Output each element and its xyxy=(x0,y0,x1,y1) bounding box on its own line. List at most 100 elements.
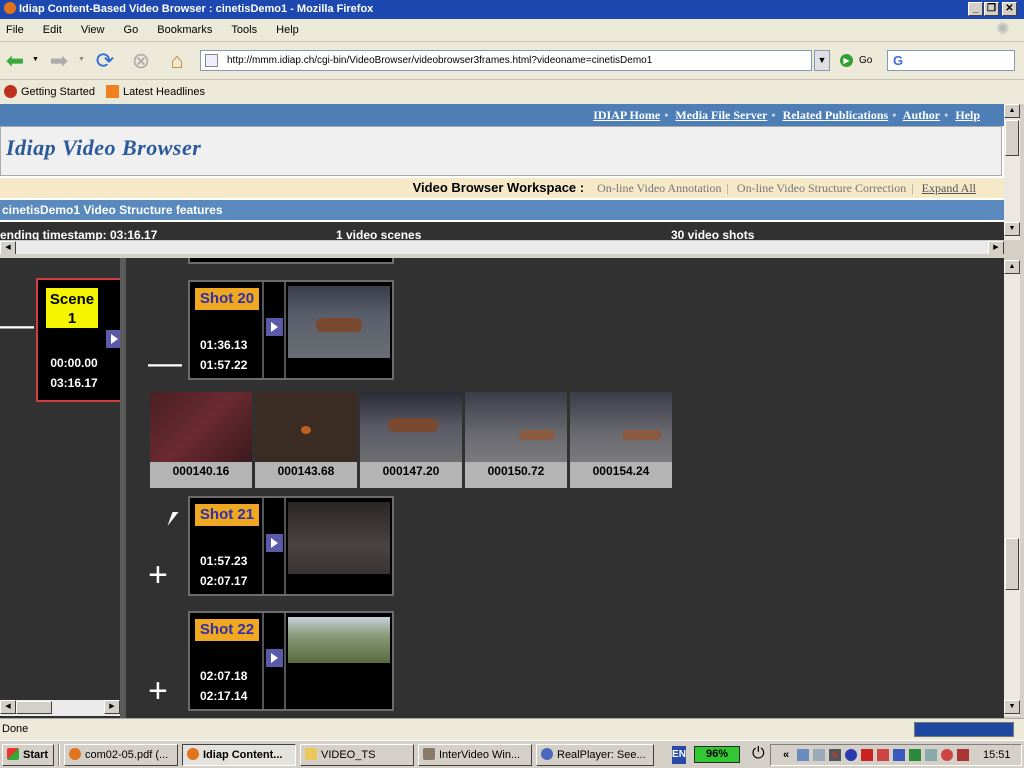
status-bar: Done xyxy=(0,718,1024,740)
top-vertical-scrollbar[interactable]: ▲ ▼ xyxy=(1004,104,1020,240)
display-icon[interactable] xyxy=(925,749,937,761)
task-video-ts[interactable]: VIDEO_TS xyxy=(300,744,414,766)
go-button[interactable]: ▶ Go xyxy=(840,53,872,69)
left-horizontal-scrollbar[interactable]: ◀ ▶ xyxy=(0,700,120,716)
shot-thumbnail[interactable] xyxy=(288,502,390,588)
go-icon: ▶ xyxy=(840,54,853,67)
play-icon[interactable] xyxy=(106,330,120,348)
window-title-bar: Idiap Content-Based Video Browser : cine… xyxy=(0,0,1024,19)
forward-dropdown-icon[interactable]: ▼ xyxy=(78,56,85,63)
volume-muted-icon[interactable]: ✕ xyxy=(829,749,841,761)
play-icon[interactable] xyxy=(266,318,283,336)
wireless-icon[interactable] xyxy=(813,749,825,761)
collapse-shot-icon[interactable]: — xyxy=(148,346,182,380)
security-icon[interactable] xyxy=(877,749,889,761)
menu-tools[interactable]: Tools xyxy=(231,24,257,36)
shot-card[interactable]: Shot 22 02:07.18 02:17.14 xyxy=(188,611,394,711)
shot-card[interactable]: Shot 20 01:36.13 01:57.22 xyxy=(188,280,394,380)
back-icon[interactable]: ⬅ xyxy=(2,48,28,74)
link-related-publications[interactable]: Related Publications xyxy=(783,108,889,122)
link-help[interactable]: Help xyxy=(955,108,980,122)
url-field[interactable]: http://mmm.idiap.ch/cgi-bin/VideoBrowser… xyxy=(200,50,812,71)
shot-thumbnail[interactable] xyxy=(288,617,390,703)
play-icon[interactable] xyxy=(266,534,283,552)
reload-icon[interactable]: ⟳ xyxy=(92,48,118,74)
expand-shot-icon[interactable]: + xyxy=(148,674,168,708)
keyframe[interactable]: 000147.20 xyxy=(360,392,462,488)
keyframe[interactable]: 000150.72 xyxy=(465,392,567,488)
scroll-up-icon[interactable]: ▲ xyxy=(1004,104,1020,118)
link-idiap-home[interactable]: IDIAP Home xyxy=(593,108,660,122)
previous-shot-edge xyxy=(188,258,394,264)
scroll-left-icon[interactable]: ◀ xyxy=(0,241,16,254)
scroll-right-icon[interactable]: ▶ xyxy=(988,241,1004,254)
update-icon[interactable] xyxy=(909,749,921,761)
menu-view[interactable]: View xyxy=(81,24,105,36)
play-icon[interactable] xyxy=(266,649,283,667)
url-dropdown-icon[interactable]: ▼ xyxy=(814,50,830,71)
taskbar: Start com02-05.pdf (... Idiap Content...… xyxy=(0,740,1024,768)
task-realplayer[interactable]: RealPlayer: See... xyxy=(536,744,654,766)
bookmark-getting-started[interactable]: Getting Started xyxy=(4,80,95,105)
menu-bookmarks[interactable]: Bookmarks xyxy=(157,24,212,36)
task-idiap[interactable]: Idiap Content... xyxy=(182,744,296,766)
restore-button[interactable]: ❐ xyxy=(984,2,999,16)
bookmark-label: Getting Started xyxy=(21,86,95,98)
header-links: IDIAP Home • Media File Server • Related P… xyxy=(0,104,1004,126)
scroll-up-icon[interactable]: ▲ xyxy=(1004,260,1020,274)
collapse-scene-icon[interactable]: — xyxy=(0,308,34,342)
menu-help[interactable]: Help xyxy=(276,24,299,36)
scroll-down-icon[interactable]: ▼ xyxy=(1004,700,1020,714)
language-indicator[interactable]: EN xyxy=(672,746,686,764)
link-structure-correction[interactable]: On-line Video Structure Correction xyxy=(737,181,906,195)
stop-icon[interactable]: ⊗ xyxy=(128,48,154,74)
shot-start: 01:36.13 xyxy=(200,338,248,352)
scene-end: 03:16.17 xyxy=(50,376,98,390)
expand-all-link[interactable]: Expand All xyxy=(922,181,976,195)
home-icon[interactable]: ⌂ xyxy=(164,48,190,74)
shot-label: Shot 22 xyxy=(195,619,259,641)
forward-icon[interactable]: ➡ xyxy=(46,48,72,74)
bookmark-latest-headlines[interactable]: Latest Headlines xyxy=(106,80,205,105)
printer-icon[interactable] xyxy=(957,749,969,761)
task-intervideo[interactable]: InterVideo Win... xyxy=(418,744,532,766)
scroll-left-icon[interactable]: ◀ xyxy=(0,700,16,714)
scroll-down-icon[interactable]: ▼ xyxy=(1004,222,1020,236)
menu-file[interactable]: File xyxy=(6,24,24,36)
scroll-thumb[interactable] xyxy=(1005,120,1019,156)
keyframe[interactable]: 000143.68 xyxy=(255,392,357,488)
link-media-file-server[interactable]: Media File Server xyxy=(675,108,767,122)
search-field[interactable]: G xyxy=(887,50,1015,71)
keyframe[interactable]: 000140.16 xyxy=(150,392,252,488)
scene-card[interactable]: Scene 1 00:00.00 03:16.17 xyxy=(36,278,120,402)
task-label: Idiap Content... xyxy=(203,749,283,761)
alert-icon[interactable] xyxy=(941,749,953,761)
keyframe[interactable]: 000154.24 xyxy=(570,392,672,488)
start-button[interactable]: Start xyxy=(2,744,54,766)
antivirus-icon[interactable] xyxy=(861,749,873,761)
minimize-button[interactable]: _ xyxy=(968,2,983,16)
clock[interactable]: 15:51 xyxy=(983,745,1011,765)
google-icon: G xyxy=(893,53,904,68)
scroll-thumb[interactable] xyxy=(1005,538,1019,590)
network-icon[interactable] xyxy=(797,749,809,761)
battery-indicator[interactable]: 96% xyxy=(694,746,740,763)
bluetooth-icon[interactable] xyxy=(845,749,857,761)
menu-edit[interactable]: Edit xyxy=(43,24,62,36)
top-horizontal-scrollbar[interactable]: ◀ ▶ xyxy=(0,240,1004,254)
shots-vertical-scrollbar[interactable]: ▲ ▼ xyxy=(1004,260,1020,716)
expand-shot-icon[interactable]: + xyxy=(148,558,168,592)
tray-expand-icon[interactable]: « xyxy=(783,745,789,765)
link-online-annotation[interactable]: On-line Video Annotation xyxy=(597,181,721,195)
close-button[interactable]: ✕ xyxy=(1002,2,1017,16)
back-dropdown-icon[interactable]: ▼ xyxy=(32,56,39,63)
shield-icon[interactable] xyxy=(893,749,905,761)
link-author[interactable]: Author xyxy=(903,108,940,122)
task-pdf[interactable]: com02-05.pdf (... xyxy=(64,744,178,766)
shot-thumbnail[interactable] xyxy=(288,286,390,372)
shot-label: Shot 20 xyxy=(195,288,259,310)
scroll-thumb[interactable] xyxy=(16,701,52,714)
menu-go[interactable]: Go xyxy=(124,24,139,36)
scroll-right-icon[interactable]: ▶ xyxy=(104,700,120,714)
shot-card[interactable]: Shot 21 01:57.23 02:07.17 xyxy=(188,496,394,596)
